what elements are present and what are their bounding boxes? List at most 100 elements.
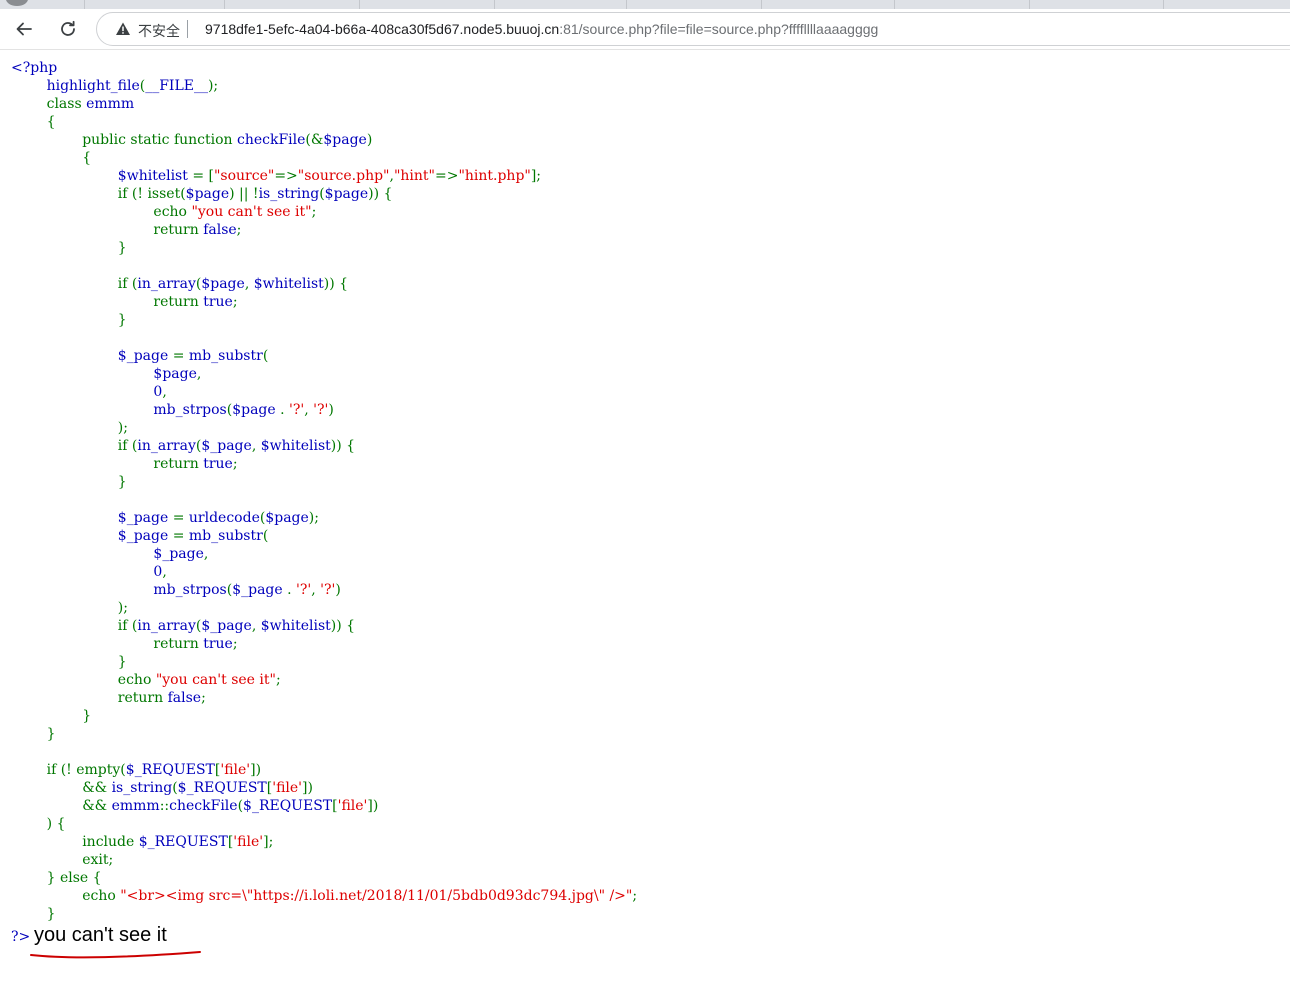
tab[interactable]	[84, 0, 225, 9]
tab[interactable]	[626, 0, 762, 9]
code-token-keyword: if (! isset(	[11, 186, 186, 202]
code-token-default: $_REQUEST	[243, 798, 333, 814]
code-token-keyword: =	[172, 528, 189, 544]
code-line: return true;	[11, 635, 637, 653]
url-path: :81/source.php?file=file=source.php?ffff…	[559, 21, 879, 37]
code-token-keyword: {	[11, 114, 56, 130]
code-token-keyword: }	[11, 708, 92, 724]
code-token-default: highlight_file	[11, 78, 140, 94]
code-token-string: '?'	[320, 582, 336, 598]
code-token-string: "source"	[213, 168, 275, 184]
code-line: exit;	[11, 851, 637, 869]
code-line: if (in_array($page, $whitelist)) {	[11, 275, 637, 293]
code-token-default: $_page	[11, 510, 173, 526]
code-token-default: $page	[324, 186, 369, 202]
tab[interactable]	[1029, 0, 1164, 9]
code-token-default: $page	[265, 510, 309, 526]
code-token-keyword: return	[11, 222, 204, 238]
address-bar[interactable]: 不安全 9718dfe1-5efc-4a04-b66a-408ca30f5d67…	[96, 12, 1290, 46]
code-token-default: emmm	[111, 798, 160, 814]
code-token-default: $_page	[201, 618, 252, 634]
code-token-keyword: ;	[232, 456, 238, 472]
code-token-default: false	[167, 690, 202, 706]
code-token-keyword: class	[11, 96, 87, 112]
tab[interactable]	[761, 0, 895, 9]
code-line: $whitelist = ["source"=>"source.php","hi…	[11, 167, 637, 185]
code-token-default: in_array	[137, 618, 196, 634]
code-token-default: <?php	[11, 60, 58, 76]
code-token-keyword: ,	[251, 618, 261, 634]
code-line: if (! isset($page) || !is_string($page))…	[11, 185, 637, 203]
code-token-default: true	[203, 456, 233, 472]
code-token-keyword: ,	[196, 366, 202, 382]
url-text[interactable]: 9718dfe1-5efc-4a04-b66a-408ca30f5d67.nod…	[205, 21, 878, 37]
tab[interactable]	[894, 0, 1030, 9]
code-token-keyword: ])	[302, 780, 313, 796]
code-token-keyword: }	[11, 726, 56, 742]
code-token-keyword: .	[287, 582, 297, 598]
code-token-keyword: return	[11, 294, 204, 310]
code-token-default: $page	[185, 186, 230, 202]
code-token-default: __FILE__	[145, 78, 208, 94]
code-token-default: true	[203, 636, 233, 652]
tab[interactable]	[0, 0, 85, 9]
code-token-keyword: ;	[232, 294, 238, 310]
code-token-string: '?'	[296, 582, 312, 598]
code-token-keyword: echo	[11, 204, 192, 220]
code-token-keyword: ])	[250, 762, 262, 778]
code-token-default: $page	[232, 402, 281, 418]
reload-button[interactable]	[53, 14, 83, 44]
code-token-default: $_page	[232, 582, 288, 598]
code-line: ) {	[11, 815, 637, 833]
security-label[interactable]: 不安全	[138, 21, 180, 41]
code-token-default: mb_substr	[188, 528, 263, 544]
code-token-string: "you can't see it"	[191, 204, 312, 220]
code-line: include $_REQUEST['file'];	[11, 833, 637, 851]
code-token-string: 'file'	[337, 798, 368, 814]
reload-icon	[61, 20, 75, 36]
tab[interactable]	[494, 0, 627, 9]
code-token-default: $page	[201, 276, 245, 292]
code-token-keyword: echo	[11, 672, 156, 688]
code-token-keyword: ;	[311, 204, 317, 220]
code-line: }	[11, 905, 637, 923]
code-token-keyword: = [	[192, 168, 214, 184]
code-token-keyword: } else {	[11, 870, 102, 886]
tab[interactable]	[359, 0, 495, 9]
code-token-default: $whitelist	[253, 276, 324, 292]
code-token-keyword: return	[11, 456, 204, 472]
code-line: }	[11, 311, 637, 329]
code-token-keyword: }	[11, 312, 127, 328]
php-source-code: <?php highlight_file(__FILE__); class em…	[11, 59, 637, 923]
code-token-keyword: )) {	[323, 276, 349, 292]
code-token-keyword: ,	[304, 402, 314, 418]
code-line: }	[11, 707, 637, 725]
code-token-string: "source.php"	[297, 168, 390, 184]
code-token-default: is_string	[111, 780, 173, 796]
code-line: if (! empty($_REQUEST['file'])	[11, 761, 637, 779]
code-token-default: $whitelist	[260, 438, 331, 454]
code-token-keyword: ) || !	[229, 186, 259, 202]
code-token-default: in_array	[137, 438, 196, 454]
code-token-keyword: ,	[162, 384, 167, 400]
back-button[interactable]	[9, 14, 39, 44]
code-token-keyword: if (	[11, 618, 138, 634]
tab[interactable]	[1163, 0, 1290, 9]
code-line: return false;	[11, 221, 637, 239]
warning-icon[interactable]	[115, 21, 131, 37]
code-token-keyword: ,	[203, 546, 209, 562]
code-token-keyword: =	[172, 510, 189, 526]
code-token-keyword: )) {	[368, 186, 393, 202]
tab[interactable]	[224, 0, 360, 9]
code-token-keyword: .	[280, 402, 290, 418]
code-line: echo "you can't see it";	[11, 203, 637, 221]
code-token-default: $_page	[11, 546, 204, 562]
code-token-default: mb_substr	[188, 348, 263, 364]
code-token-keyword: ;	[275, 672, 281, 688]
code-line: highlight_file(__FILE__);	[11, 77, 637, 95]
code-line: $_page = mb_substr(	[11, 347, 637, 365]
code-token-string: "hint"	[393, 168, 435, 184]
code-line: {	[11, 113, 637, 131]
code-token-default: mb_strpos	[11, 582, 227, 598]
